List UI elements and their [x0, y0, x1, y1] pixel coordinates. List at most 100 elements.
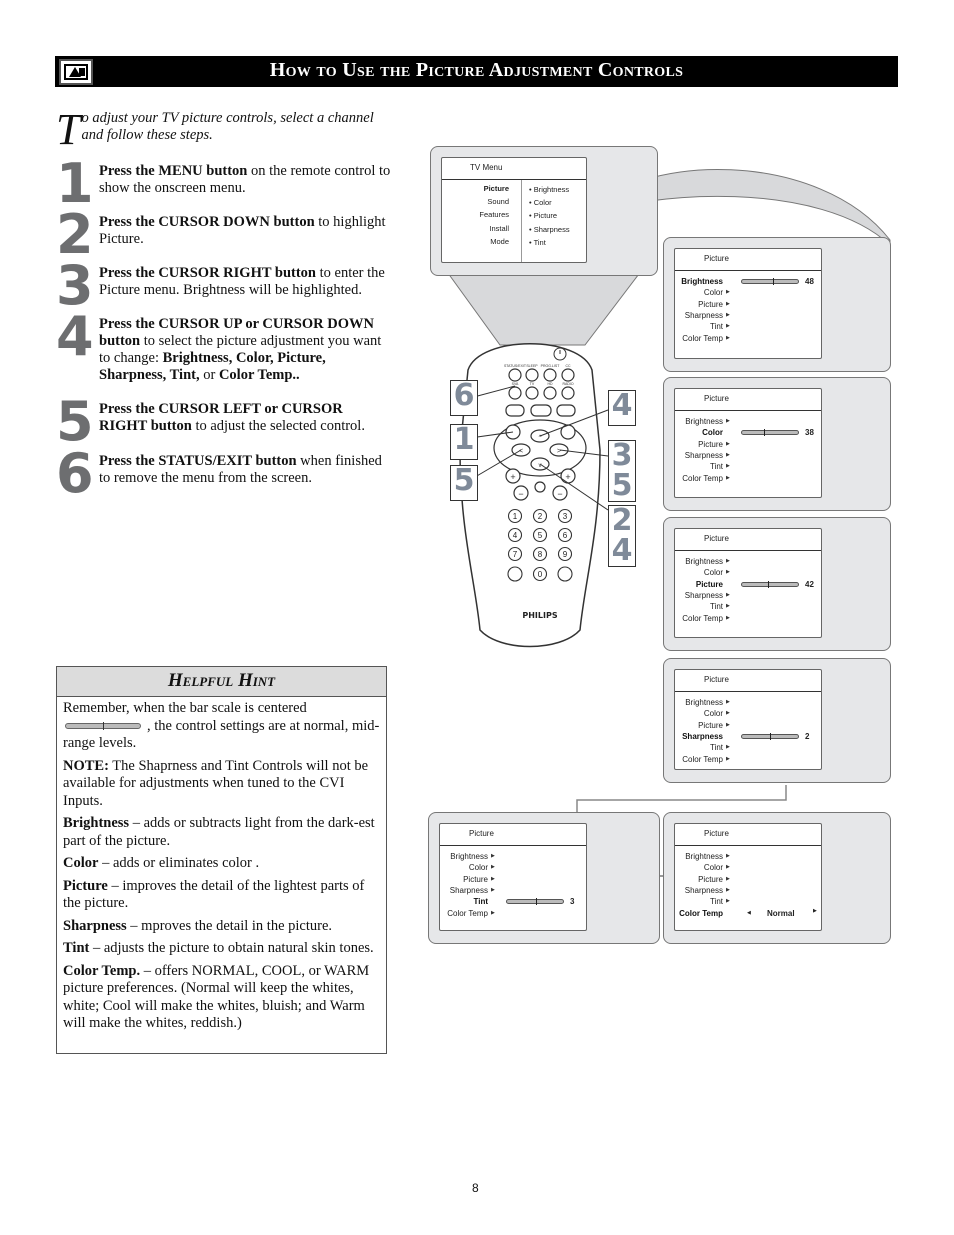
chevron-right-icon: ▶ — [726, 853, 730, 859]
menu-item-brightness[interactable]: Brightness — [444, 851, 488, 862]
menu-item-color[interactable]: Color — [444, 862, 488, 873]
slider-value: 48 — [805, 277, 814, 286]
picture-panel-color-temp: Picture Brightness ▶ Color ▶ Picture ▶ Sharpnes… — [663, 812, 891, 944]
picture-menu-screen: Picture Brightness ▶ Color ▶ Picture 42 Sharpne… — [674, 528, 822, 638]
menu-item-color[interactable]: Color — [679, 287, 723, 298]
chevron-right-icon: ▶ — [726, 699, 730, 705]
chevron-right-icon: ▶ — [491, 864, 495, 871]
menu-item-brightness[interactable]: Brightness — [679, 556, 723, 567]
menu-item-sharpness[interactable]: Sharpness — [679, 885, 723, 896]
menu-item-color[interactable]: Color — [679, 567, 723, 578]
slider-handle[interactable] — [770, 732, 771, 740]
menu-item-tint[interactable]: Tint — [679, 601, 723, 612]
slider-value: 42 — [805, 579, 814, 589]
adjustment-slider[interactable] — [741, 732, 799, 740]
menu-item-sharpness[interactable]: Sharpness — [444, 885, 488, 896]
menu-item-brightness[interactable]: Brightness — [679, 416, 723, 427]
slider-handle[interactable] — [536, 898, 538, 906]
adjustment-slider[interactable] — [741, 429, 799, 437]
menu-item-sharpness[interactable]: Sharpness — [679, 310, 723, 321]
chevron-right-icon: ▶ — [726, 463, 730, 470]
menu-item-brightness[interactable]: Brightness — [679, 276, 723, 287]
menu-item-picture[interactable]: Picture — [679, 299, 723, 310]
chevron-right-icon: ▶ — [726, 591, 730, 598]
picture-panel-picture: Picture Brightness ▶ Color ▶ Picture 42 Sharpne… — [663, 517, 891, 651]
slider-handle[interactable] — [772, 278, 774, 285]
screen-title: Picture — [675, 529, 821, 551]
menu-item-picture[interactable]: Picture — [679, 439, 723, 450]
slider-value: 3 — [570, 897, 575, 907]
adjustment-slider[interactable] — [741, 580, 799, 588]
picture-panel-sharpness: Picture Brightness ▶ Color ▶ Picture ▶ Sharpnes… — [663, 658, 891, 783]
menu-item-sharpness[interactable]: Sharpness — [679, 590, 723, 601]
menu-item-tint[interactable]: Tint — [679, 321, 723, 332]
menu-item-color-temp[interactable]: Color Temp — [679, 333, 723, 344]
menu-item-picture[interactable]: Picture — [679, 874, 723, 885]
screen-title: Picture — [675, 824, 821, 846]
tv-menu-left-column: Picture Sound Features Install Mode — [442, 180, 522, 262]
menu-item-brightness[interactable]: Brightness — [679, 697, 723, 708]
menu-item-tint[interactable]: Tint — [679, 461, 723, 472]
chevron-right-icon: ▶ — [726, 721, 730, 728]
menu-item-picture[interactable]: Picture — [679, 579, 723, 590]
menu-item-picture[interactable]: Picture — [444, 874, 488, 885]
slider-handle[interactable] — [768, 580, 770, 588]
menu-item-color-temp[interactable]: Color Temp — [679, 613, 723, 624]
chevron-right-icon: ▶ — [726, 898, 730, 905]
picture-panel-brightness: Picture Brightness 48 Color ▶ Picture ▶ Sharpne… — [663, 237, 891, 372]
tv-menu-item-sound[interactable]: Sound — [487, 197, 509, 207]
menu-item-tint[interactable]: Tint — [444, 896, 488, 907]
menu-item-color-temp[interactable]: Color Temp — [679, 908, 723, 919]
chevron-left-icon[interactable]: ◀ — [747, 908, 751, 919]
menu-item-brightness[interactable]: Brightness — [679, 851, 723, 862]
slider-value: 38 — [805, 428, 814, 438]
chevron-right-icon: ▶ — [726, 289, 730, 296]
menu-item-color[interactable]: Color — [679, 427, 723, 438]
menu-item-color[interactable]: Color — [679, 708, 723, 719]
menu-item-tint[interactable]: Tint — [679, 896, 723, 907]
picture-menu-screen: Picture Brightness ▶ Color ▶ Picture ▶ Sharpnes… — [674, 669, 822, 770]
tv-menu-item-picture[interactable]: Picture — [484, 184, 509, 194]
callout-step-6: 6 — [450, 380, 478, 416]
screen-title: TV Menu — [442, 158, 586, 180]
chevron-right-icon: ▶ — [491, 853, 495, 859]
tv-menu-item-install[interactable]: Install — [489, 224, 509, 234]
chevron-right-icon: ▶ — [726, 569, 730, 576]
menu-item-color-temp[interactable]: Color Temp — [679, 754, 723, 765]
chevron-right-icon: ▶ — [726, 418, 730, 424]
chevron-right-icon: ▶ — [491, 875, 495, 882]
chevron-right-icon: ▶ — [491, 909, 495, 916]
screen-title: Picture — [675, 389, 821, 411]
adjustment-slider[interactable] — [741, 278, 799, 285]
tv-menu-screen: TV Menu Picture Sound Features Install M… — [441, 157, 587, 263]
menu-item-sharpness[interactable]: Sharpness — [679, 450, 723, 461]
chevron-right-icon: ▶ — [726, 334, 730, 341]
menu-item-picture[interactable]: Picture — [679, 720, 723, 731]
chevron-right-icon: ▶ — [726, 886, 730, 893]
chevron-right-icon: ▶ — [726, 300, 730, 307]
digit-label: 0 — [538, 570, 543, 579]
menu-item-color[interactable]: Color — [679, 862, 723, 873]
picture-panel-tint: Picture Brightness ▶ Color ▶ Picture ▶ Sharpnes… — [428, 812, 660, 944]
slider-handle[interactable] — [764, 429, 766, 437]
chevron-right-icon[interactable]: ▶ — [813, 906, 817, 917]
remote-label: PROG.LIST — [541, 364, 561, 368]
tv-menu-item-features[interactable]: Features — [479, 210, 509, 220]
menu-item-color-temp[interactable]: Color Temp — [444, 908, 488, 919]
slider-value: 2 — [805, 731, 810, 741]
tv-menu-item-mode[interactable]: Mode — [490, 237, 509, 247]
menu-item-color-temp[interactable]: Color Temp — [679, 473, 723, 484]
chevron-right-icon: ▶ — [726, 614, 730, 621]
callout-step-5: 5 — [450, 465, 478, 501]
picture-panel-color: Picture Brightness ▶ Color 38 Picture ▶ Sharpne… — [663, 377, 891, 511]
chevron-right-icon: ▶ — [726, 451, 730, 458]
chevron-right-icon: ▶ — [726, 558, 730, 564]
remote-label: STATUS/EXIT — [504, 364, 527, 368]
menu-item-tint[interactable]: Tint — [679, 742, 723, 753]
chevron-right-icon: ▶ — [491, 886, 495, 893]
callout-step-2-4: 2 4 — [608, 505, 636, 567]
screen-title: Picture — [675, 670, 821, 692]
remote-label: SLEEP — [526, 364, 538, 368]
adjustment-slider[interactable] — [506, 898, 564, 906]
menu-item-sharpness[interactable]: Sharpness — [679, 731, 723, 742]
